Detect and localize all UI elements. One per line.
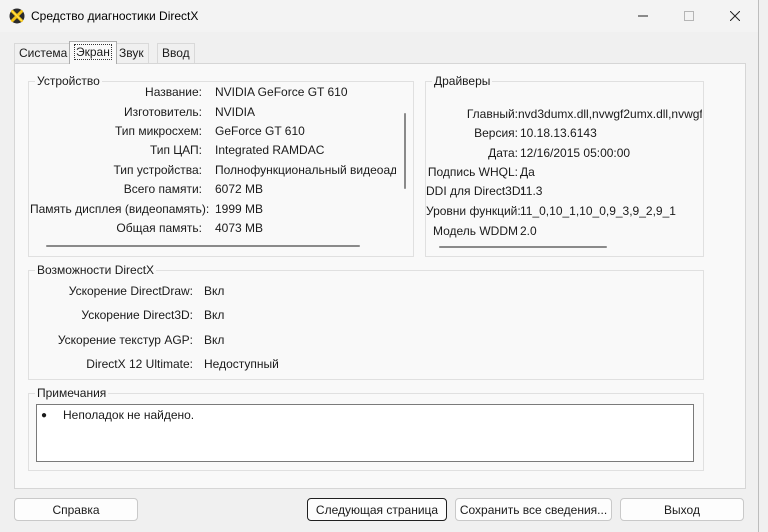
manufacturer-value: NVIDIA (215, 105, 256, 119)
feature-levels-value: 11_0,10_1,10_0,9_3,9_2,9_1 (520, 204, 676, 218)
window-title: Средство диагностики DirectX (31, 9, 199, 23)
title-bar: Средство диагностики DirectX (0, 0, 758, 32)
dxdiag-window: Средство диагностики DirectX Система Экр… (0, 0, 759, 532)
ddi-value: 11.3 (520, 184, 543, 198)
close-icon (730, 11, 740, 21)
tab-sound[interactable]: Звук (114, 43, 149, 63)
main-driver-label: Главный: (466, 107, 518, 121)
version-label: Версия: (474, 126, 518, 140)
direct3d-accel-value: Вкл (204, 308, 225, 322)
tab-system[interactable]: Система (14, 43, 73, 63)
dac-type-value: Integrated RAMDAC (215, 143, 325, 157)
total-memory-label: Всего памяти: (123, 182, 202, 196)
whql-value: Да (520, 165, 535, 179)
notes-group-title: Примечания (35, 386, 109, 400)
tab-label: Ввод (162, 46, 190, 60)
tab-input[interactable]: Ввод (157, 43, 195, 63)
directx-icon (9, 8, 25, 24)
direct3d-accel-label: Ускорение Direct3D: (81, 308, 193, 322)
device-name-value: NVIDIA GeForce GT 610 (215, 85, 348, 99)
device-name-label: Название: (145, 85, 202, 99)
device-type-value: Полнофункциональный видеоадап (215, 163, 396, 177)
manufacturer-label: Изготовитель: (124, 105, 202, 119)
display-memory-value: 1999 MB (215, 202, 264, 216)
directdraw-accel-value: Вкл (204, 284, 225, 298)
dx12-ultimate-label: DirectX 12 Ultimate: (86, 357, 193, 371)
chip-type-label: Тип микросхем: (114, 124, 202, 138)
wddm-value: 2.0 (520, 224, 537, 238)
save-all-button-label: Сохранить все сведения... (459, 502, 608, 517)
ddi-label: DDI для Direct3D: (426, 184, 524, 198)
drivers-horizontal-scrollbar[interactable] (439, 246, 607, 248)
wddm-label: Модель WDDM (432, 224, 518, 238)
exit-button-label: Выход (664, 502, 700, 517)
date-value: 12/16/2015 05:00:00 (520, 146, 631, 160)
help-button-label: Справка (52, 502, 100, 517)
maximize-button[interactable] (666, 0, 712, 32)
bullet-icon: ● (41, 410, 48, 421)
help-button[interactable]: Справка (14, 498, 138, 521)
next-page-button-label: Следующая страница (315, 502, 439, 517)
tab-display[interactable]: Экран (69, 41, 117, 64)
agp-accel-value: Вкл (204, 333, 225, 347)
dx12-ultimate-value: Недоступный (204, 357, 279, 371)
chip-type-value: GeForce GT 610 (215, 124, 305, 138)
directx-features-title: Возможности DirectX (35, 263, 157, 277)
feature-levels-label: Уровни функций: (426, 204, 521, 218)
dac-type-label: Тип ЦАП: (149, 143, 202, 157)
device-vertical-scrollbar[interactable] (404, 113, 406, 189)
date-label: Дата: (488, 146, 518, 160)
device-type-label: Тип устройства: (113, 163, 203, 177)
tab-label: Система (19, 46, 68, 60)
device-horizontal-scrollbar[interactable] (46, 245, 360, 247)
minimize-icon (638, 15, 648, 17)
total-memory-value: 6072 MB (215, 182, 264, 196)
save-all-button[interactable]: Сохранить все сведения... (455, 498, 612, 521)
shared-memory-value: 4073 MB (215, 221, 264, 235)
next-page-button[interactable]: Следующая страница (307, 498, 447, 521)
tab-label: Экран (74, 44, 112, 60)
minimize-button[interactable] (620, 0, 666, 32)
agp-accel-label: Ускорение текстур AGP: (57, 333, 193, 347)
tab-label: Звук (119, 46, 144, 60)
whql-label: Подпись WHQL: (427, 165, 518, 179)
drivers-group-title: Драйверы (432, 74, 493, 88)
main-driver-value: nvd3dumx.dll,nvwgf2umx.dll,nvwgf2u (518, 107, 702, 121)
notes-textbox[interactable]: ● Неполадок не найдено. (36, 404, 694, 462)
close-button[interactable] (712, 0, 758, 32)
exit-button[interactable]: Выход (620, 498, 744, 521)
directdraw-accel-label: Ускорение DirectDraw: (68, 284, 193, 298)
version-value: 10.18.13.6143 (520, 126, 597, 140)
note-item: Неполадок не найдено. (63, 408, 195, 422)
maximize-icon (684, 11, 694, 21)
display-memory-label: Память дисплея (видеопамять): (30, 202, 210, 216)
shared-memory-label: Общая память: (116, 221, 202, 235)
